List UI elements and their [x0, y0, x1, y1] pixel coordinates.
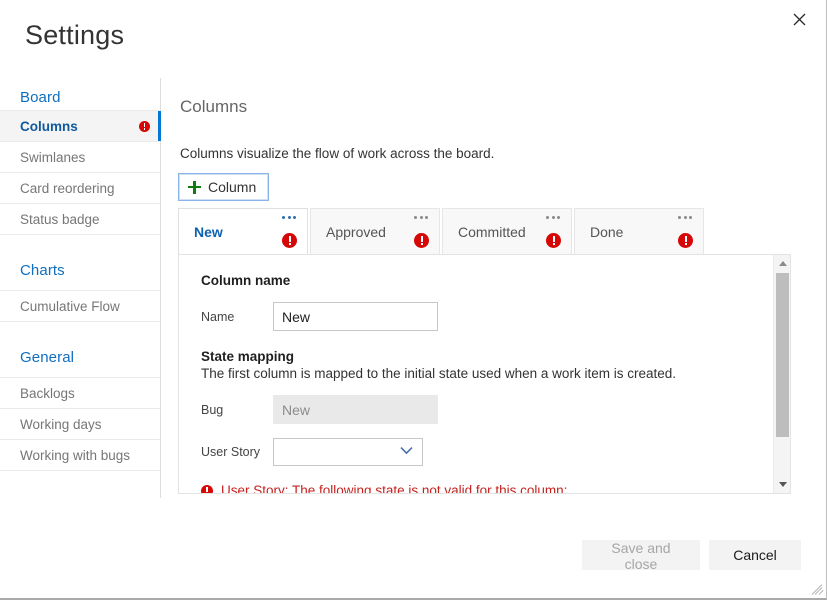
chevron-down-icon [400, 442, 413, 460]
sidebar-item-working-with-bugs[interactable]: Working with bugs [0, 440, 160, 471]
user-story-row: User Story [201, 438, 753, 466]
sidebar-item-label: Card reordering [20, 180, 115, 196]
cancel-button[interactable]: Cancel [709, 540, 801, 570]
column-detail-panel: Column name Name State mapping The first… [178, 254, 791, 494]
name-label: Name [201, 309, 235, 324]
add-column-button[interactable]: Column [178, 173, 270, 201]
bug-state-input [273, 395, 438, 424]
state-mapping-section-title: State mapping [201, 349, 295, 364]
sidebar-item-label: Cumulative Flow [20, 298, 120, 314]
plus-icon [188, 180, 201, 194]
bug-label: Bug [201, 402, 224, 417]
tab-committed[interactable]: Committed [442, 208, 572, 255]
scroll-up-button[interactable] [774, 255, 790, 272]
tab-label: New [194, 223, 223, 240]
sidebar-item-label: Working with bugs [20, 447, 131, 463]
state-mapping-description: The first column is mapped to the initia… [201, 366, 676, 381]
error-icon [546, 233, 561, 248]
sidebar-item-label: Columns [20, 118, 78, 134]
sidebar-item-label: Status badge [20, 211, 100, 227]
name-input[interactable] [273, 302, 438, 331]
sidebar-group-charts: Charts [0, 251, 160, 291]
chevron-down-icon [778, 482, 787, 487]
user-story-label: User Story [201, 445, 261, 459]
page-description: Columns visualize the flow of work acros… [180, 146, 495, 161]
column-detail-form: Column name Name State mapping The first… [179, 255, 773, 493]
sidebar-group-board: Board [0, 78, 160, 111]
tab-done[interactable]: Done [574, 208, 704, 255]
sidebar-item-columns[interactable]: Columns [0, 111, 161, 142]
ellipsis-icon[interactable] [282, 216, 296, 219]
tab-approved[interactable]: Approved [310, 208, 440, 255]
sidebar-item-working-days[interactable]: Working days [0, 409, 160, 440]
page-title: Columns [180, 97, 248, 116]
validation-message-row: User Story: The following state is not v… [201, 483, 753, 494]
close-button[interactable] [782, 4, 816, 34]
dialog-footer: Save and close Cancel [0, 498, 826, 598]
add-column-label: Column [208, 179, 257, 195]
resize-grip [811, 583, 824, 595]
dialog-titlebar: Settings [0, 0, 826, 78]
validation-message: User Story: The following state is not v… [221, 483, 575, 494]
sidebar-item-card-reordering[interactable]: Card reordering [0, 173, 160, 204]
user-story-state-select[interactable] [273, 438, 423, 466]
error-icon [201, 484, 213, 493]
tab-new[interactable]: New [178, 208, 308, 255]
sidebar-item-label: Backlogs [20, 385, 75, 401]
sidebar-item-label: Working days [20, 416, 102, 432]
ellipsis-icon[interactable] [546, 216, 560, 219]
column-tabs: New Approved Committed Done [178, 208, 791, 255]
dialog-title: Settings [25, 20, 125, 50]
tab-label: Committed [458, 223, 526, 240]
sidebar-divider [0, 322, 160, 338]
column-name-section-title: Column name [201, 273, 291, 288]
error-icon [678, 233, 693, 248]
error-icon [414, 233, 429, 248]
close-icon [793, 13, 806, 26]
columns-settings-content: Columns Columns visualize the flow of wo… [161, 78, 826, 498]
bug-row: Bug [201, 395, 753, 424]
ellipsis-icon[interactable] [414, 216, 428, 219]
sidebar-item-cumulative-flow[interactable]: Cumulative Flow [0, 291, 160, 322]
scrollbar-thumb[interactable] [776, 273, 789, 437]
ellipsis-icon[interactable] [678, 216, 692, 219]
sidebar-divider [0, 235, 160, 251]
sidebar-item-status-badge[interactable]: Status badge [0, 204, 160, 235]
sidebar-group-general: General [0, 338, 160, 378]
tab-label: Done [590, 223, 624, 240]
settings-dialog: Settings Board Columns Swimlanes Card re… [0, 0, 827, 600]
error-icon [282, 233, 297, 248]
sidebar-item-backlogs[interactable]: Backlogs [0, 378, 160, 409]
chevron-up-icon [778, 261, 787, 266]
sidebar-item-swimlanes[interactable]: Swimlanes [0, 142, 160, 173]
save-and-close-button[interactable]: Save and close [582, 540, 700, 572]
settings-sidebar: Board Columns Swimlanes Card reordering … [0, 78, 161, 498]
panel-scrollbar[interactable] [773, 255, 790, 493]
scroll-down-button[interactable] [774, 476, 790, 493]
tab-label: Approved [326, 223, 386, 240]
sidebar-item-label: Swimlanes [20, 149, 86, 165]
name-row: Name [201, 302, 753, 331]
error-icon [139, 120, 150, 132]
